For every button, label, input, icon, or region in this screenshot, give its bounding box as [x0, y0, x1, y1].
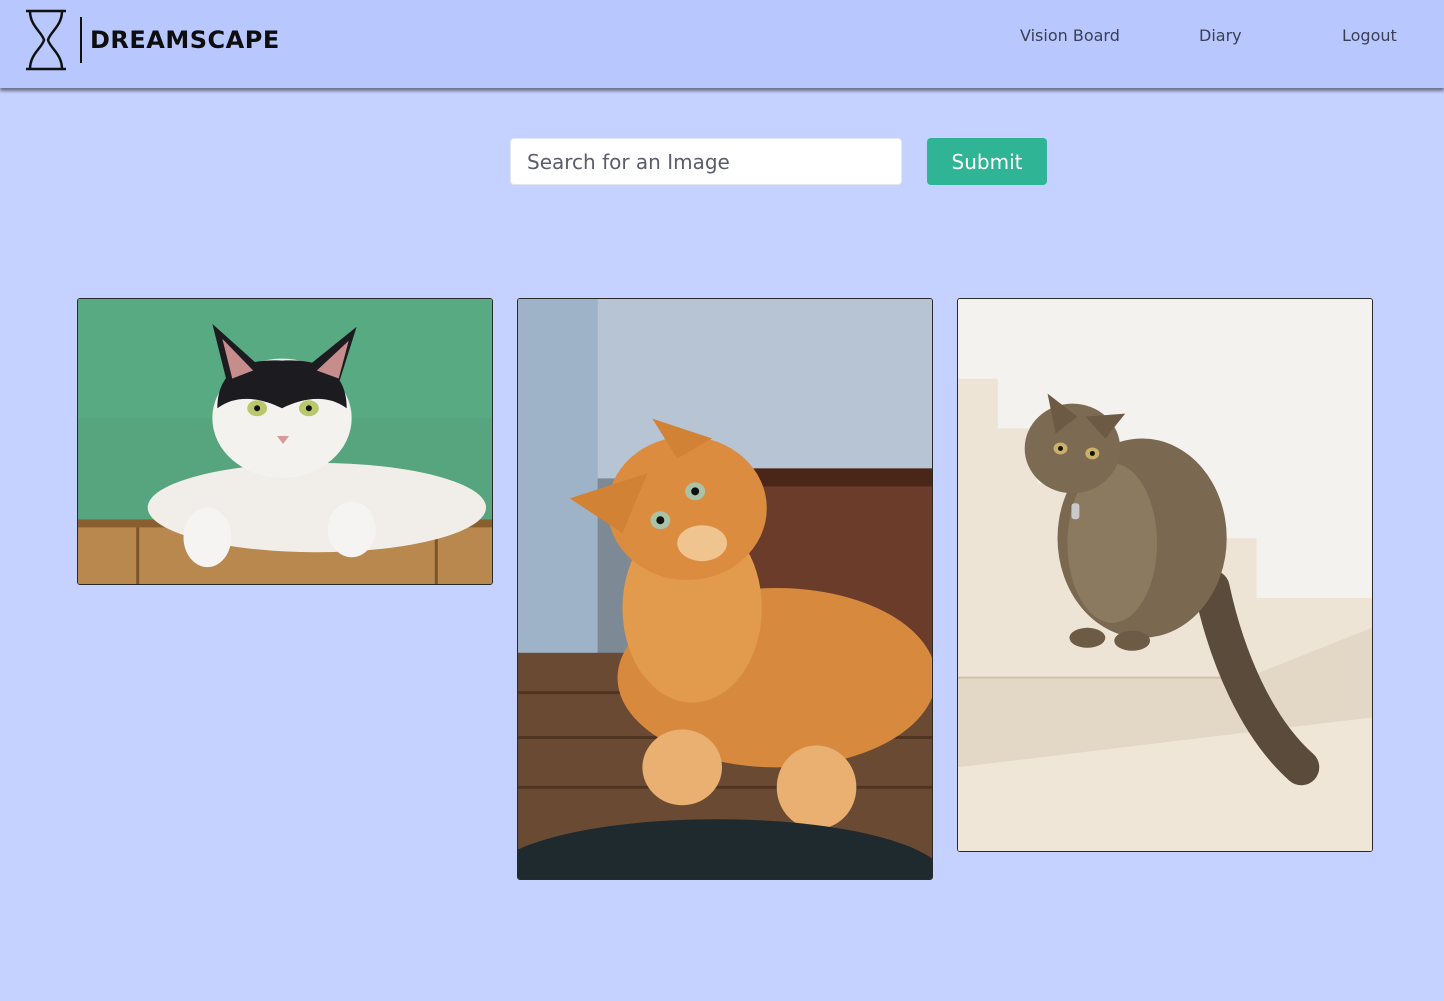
logo-divider: [80, 17, 82, 63]
submit-button[interactable]: Submit: [927, 138, 1047, 185]
cat-photo-3: [958, 299, 1372, 851]
nav-link-diary[interactable]: Diary: [1199, 26, 1242, 45]
nav-link-logout[interactable]: Logout: [1342, 26, 1397, 45]
navbar: DREAMSCAPE Vision Board Diary Logout: [0, 0, 1444, 88]
gallery-image-1[interactable]: [77, 298, 493, 585]
nav-link-vision-board[interactable]: Vision Board: [1020, 26, 1120, 45]
gallery-image-3[interactable]: [957, 298, 1373, 852]
brand-name: DREAMSCAPE: [90, 26, 280, 54]
search-input[interactable]: [510, 138, 902, 185]
hourglass-icon: [22, 8, 70, 72]
gallery-image-2[interactable]: [517, 298, 933, 880]
cat-photo-1: [78, 299, 492, 584]
cat-photo-2: [518, 299, 932, 879]
logo[interactable]: DREAMSCAPE: [22, 8, 280, 72]
